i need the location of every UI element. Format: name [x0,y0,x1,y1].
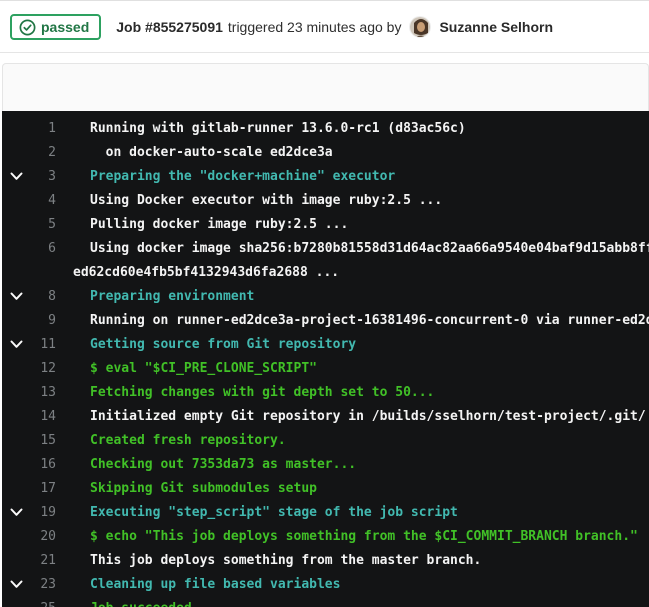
log-line-text: $ eval "$CI_PRE_CLONE_SCRIPT" [90,361,317,376]
avatar-image [410,17,431,38]
line-number[interactable]: 14 [30,409,56,424]
log-line: 25 Job succeeded [2,596,649,607]
log-line: 4 Using Docker executor with image ruby:… [2,188,649,212]
log-panel: 1 Running with gitlab-runner 13.6.0-rc1 … [2,63,649,607]
user-name[interactable]: Suzanne Selhorn [439,19,553,35]
log-line: 13 Fetching changes with git depth set t… [2,380,649,404]
log-line: 5 Pulling docker image ruby:2.5 ... [2,212,649,236]
log-line-text: This job deploys something from the mast… [90,553,481,568]
line-number[interactable]: 15 [30,433,56,448]
log-line-text: Preparing the "docker+machine" executor [90,169,395,184]
log-line: 21 This job deploys something from the m… [2,548,649,572]
log-line: 17 Skipping Git submodules setup [2,476,649,500]
log-line-text: Running on runner-ed2dce3a-project-16381… [90,313,649,328]
log-line-text: $ echo "This job deploys something from … [90,529,638,544]
line-number[interactable]: 25 [30,601,56,607]
log-line-text: on docker-auto-scale ed2dce3a [90,145,333,160]
log-line: 8 Preparing environment [2,284,649,308]
log-line-text: Cleaning up file based variables [90,577,340,592]
line-number[interactable]: 19 [30,505,56,520]
log-line-text: Pulling docker image ruby:2.5 ... [90,217,348,232]
log-line-text: Preparing environment [90,289,254,304]
line-number[interactable]: 21 [30,553,56,568]
check-circle-icon [19,19,36,36]
log-line: 20 $ echo "This job deploys something fr… [2,524,649,548]
job-summary: Job #855275091 triggered 23 minutes ago … [116,16,553,38]
line-number[interactable]: 3 [30,169,56,184]
job-log: 1 Running with gitlab-runner 13.6.0-rc1 … [2,111,649,607]
chevron-down-icon [2,412,30,421]
line-number[interactable]: 6 [30,241,56,256]
chevron-down-icon [2,532,30,541]
line-number[interactable]: 4 [30,193,56,208]
log-line: 12 $ eval "$CI_PRE_CLONE_SCRIPT" [2,356,649,380]
job-id: Job #855275091 [116,19,223,35]
chevron-down-icon [2,460,30,469]
status-badge-label: passed [41,18,89,36]
log-line: 19 Executing "step_script" stage of the … [2,500,649,524]
line-number[interactable]: 20 [30,529,56,544]
log-line-text: Job succeeded [90,601,192,607]
log-line: 14 Initialized empty Git repository in /… [2,404,649,428]
log-line-text: Executing "step_script" stage of the job… [90,505,458,520]
line-number[interactable]: 1 [30,121,56,136]
chevron-down-icon [2,364,30,373]
line-number[interactable]: 2 [30,145,56,160]
log-line-text: Created fresh repository. [90,433,286,448]
line-number[interactable]: 12 [30,361,56,376]
line-number[interactable]: 17 [30,481,56,496]
log-line-text: Using docker image sha256:b7280b81558d31… [90,241,649,256]
chevron-down-icon [2,220,30,229]
job-header: passed Job #855275091 triggered 23 minut… [0,1,649,53]
log-line: 15 Created fresh repository. [2,428,649,452]
log-line-text: Initialized empty Git repository in /bui… [90,409,646,424]
log-line: 1 Running with gitlab-runner 13.6.0-rc1 … [2,116,649,140]
log-line-text: Using Docker executor with image ruby:2.… [90,193,442,208]
log-line: ed62cd60e4fb5bf4132943d6fa2688 ... [2,260,649,284]
chevron-down-icon [2,388,30,397]
line-number[interactable]: 5 [30,217,56,232]
chevron-down-icon[interactable] [2,172,30,181]
triggered-text: triggered 23 minutes ago by [228,19,402,35]
log-toolbar [2,63,649,111]
log-line-text: Fetching changes with git depth set to 5… [90,385,434,400]
chevron-down-icon [2,484,30,493]
chevron-down-icon [2,556,30,565]
chevron-down-icon[interactable] [2,580,30,589]
line-number[interactable]: 8 [30,289,56,304]
log-line-text: Skipping Git submodules setup [90,481,317,496]
log-line: 2 on docker-auto-scale ed2dce3a [2,140,649,164]
chevron-down-icon [2,244,30,253]
line-number[interactable]: 16 [30,457,56,472]
log-line: 3 Preparing the "docker+machine" executo… [2,164,649,188]
chevron-down-icon [2,316,30,325]
chevron-down-icon [2,148,30,157]
chevron-down-icon[interactable] [2,340,30,349]
log-line: 16 Checking out 7353da73 as master... [2,452,649,476]
status-badge[interactable]: passed [10,14,101,40]
line-number[interactable]: 23 [30,577,56,592]
chevron-down-icon [2,124,30,133]
log-line: 11 Getting source from Git repository [2,332,649,356]
log-line: 9 Running on runner-ed2dce3a-project-163… [2,308,649,332]
log-line: 23 Cleaning up file based variables [2,572,649,596]
log-line-text: ed62cd60e4fb5bf4132943d6fa2688 ... [73,265,339,280]
line-number[interactable]: 11 [30,337,56,352]
job-page: passed Job #855275091 triggered 23 minut… [0,0,649,607]
log-line: 6 Using docker image sha256:b7280b81558d… [2,236,649,260]
chevron-down-icon[interactable] [2,508,30,517]
chevron-down-icon [2,436,30,445]
chevron-down-icon [2,604,30,607]
line-number[interactable]: 13 [30,385,56,400]
log-line-text: Getting source from Git repository [90,337,356,352]
chevron-down-icon[interactable] [2,292,30,301]
line-number[interactable]: 9 [30,313,56,328]
log-line-text: Running with gitlab-runner 13.6.0-rc1 (d… [90,121,466,136]
user-avatar[interactable] [409,16,431,38]
log-line-text: Checking out 7353da73 as master... [90,457,356,472]
chevron-down-icon [2,196,30,205]
